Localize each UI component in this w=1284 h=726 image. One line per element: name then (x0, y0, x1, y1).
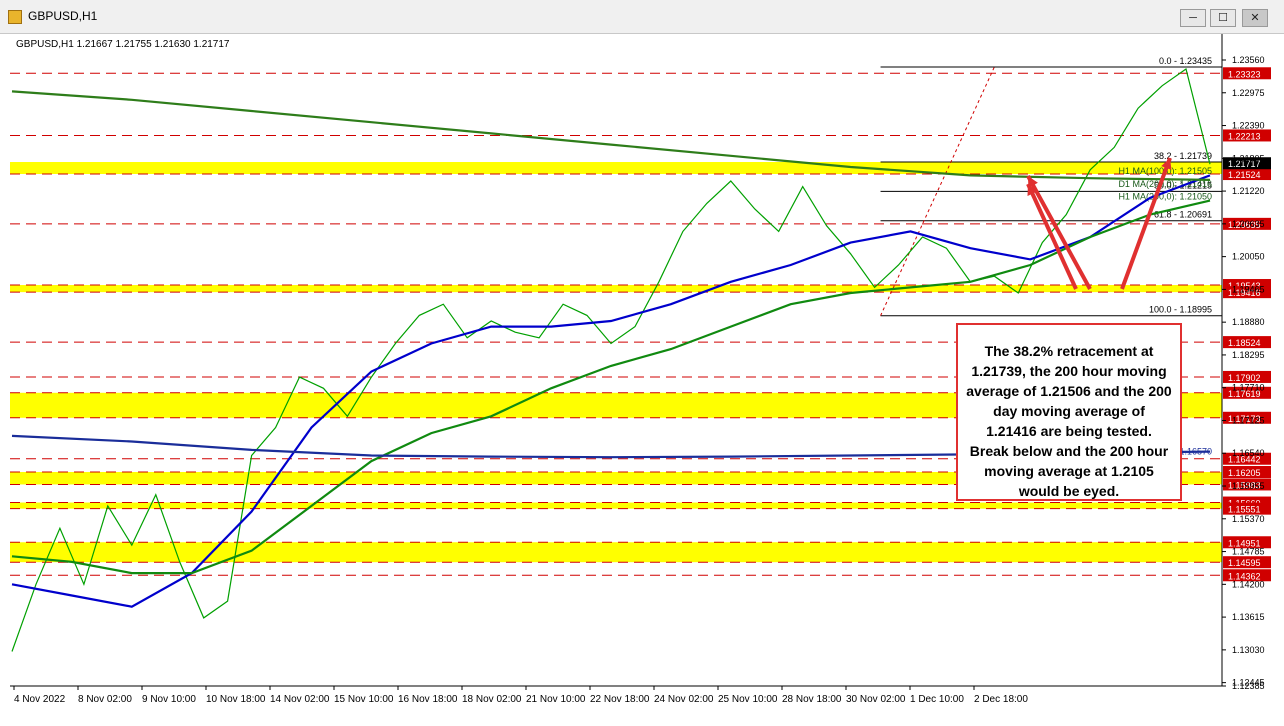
y-tick-label-10: 1.17710 (1232, 383, 1265, 393)
x-tick-label-2: 9 Nov 10:00 (142, 694, 196, 705)
analysis-callout: The 38.2% retracement at 1.21739, the 20… (956, 323, 1182, 501)
support-zone-4 (10, 502, 1222, 509)
y-tick-label-14: 1.15370 (1232, 514, 1265, 524)
y-tick-label-3: 1.21805 (1232, 153, 1265, 163)
x-tick-label-9: 22 Nov 18:00 (590, 694, 650, 705)
window-titlebar: GBPUSD,H1 ─ ☐ ✕ (0, 0, 1284, 34)
x-tick-label-15: 2 Dec 18:00 (974, 694, 1028, 705)
x-tick-label-4: 14 Nov 02:00 (270, 694, 330, 705)
x-tick-label-8: 21 Nov 10:00 (526, 694, 586, 705)
y-tick-label-9: 1.18295 (1232, 350, 1265, 360)
level-label-16: 1.14595 (1228, 558, 1261, 568)
fib-label-0: 0.0 - 1.23435 (1159, 56, 1212, 66)
level-label-0: 1.23323 (1228, 69, 1261, 79)
y-tick-label-6: 1.20050 (1232, 252, 1265, 262)
x-tick-label-5: 15 Nov 10:00 (334, 694, 394, 705)
x-tick-label-11: 25 Nov 10:00 (718, 694, 778, 705)
y-tick-label-8: 1.18880 (1232, 317, 1265, 327)
y-tick-label-17: 1.13615 (1232, 612, 1265, 622)
y-tick-label-7: 1.19465 (1232, 284, 1265, 294)
fib-label-1: 38.2 - 1.21739 (1154, 151, 1212, 161)
y-tick-label-16: 1.14200 (1232, 579, 1265, 589)
chart-app-icon (8, 10, 22, 24)
y-tick-label-13: 1.15955 (1232, 481, 1265, 491)
x-tick-label-7: 18 Nov 02:00 (462, 694, 522, 705)
minimize-button[interactable]: ─ (1180, 9, 1206, 27)
level-label-6: 1.18524 (1228, 338, 1261, 348)
y-tick-label-2: 1.22390 (1232, 121, 1265, 131)
level-label-2: 1.21524 (1228, 170, 1261, 180)
level-label-7: 1.17902 (1228, 373, 1261, 383)
y-tick-label-0: 1.23560 (1232, 55, 1265, 65)
y-tick-label-1: 1.22975 (1232, 88, 1265, 98)
support-zone-1 (10, 285, 1222, 293)
y-tick-label-20: 1.12385 (1232, 681, 1265, 691)
y-tick-label-11: 1.17125 (1232, 415, 1265, 425)
level-label-1: 1.22213 (1228, 131, 1261, 141)
x-tick-label-3: 10 Nov 18:00 (206, 694, 266, 705)
window-title: GBPUSD,H1 (28, 9, 98, 23)
support-zone-0 (10, 162, 1222, 174)
close-button[interactable]: ✕ (1242, 9, 1268, 27)
x-tick-label-1: 8 Nov 02:00 (78, 694, 132, 705)
y-tick-label-15: 1.14785 (1232, 547, 1265, 557)
x-tick-label-6: 16 Nov 18:00 (398, 694, 458, 705)
y-tick-label-18: 1.13030 (1232, 645, 1265, 655)
chart-area[interactable]: 1.23323 1.22213 1.21524 1.20635 1.19543 1.194… (0, 34, 1284, 721)
x-tick-label-0: 4 Nov 2022 (14, 694, 66, 705)
y-tick-label-12: 1.16540 (1232, 448, 1265, 458)
y-tick-label-4: 1.21220 (1232, 186, 1265, 196)
chart-header: GBPUSD,H1 1.21667 1.21755 1.21630 1.2171… (16, 39, 230, 50)
y-tick-label-5: 1.20635 (1232, 219, 1265, 229)
x-tick-label-10: 24 Nov 02:00 (654, 694, 714, 705)
support-zone-5 (10, 542, 1222, 563)
x-tick-label-13: 30 Nov 02:00 (846, 694, 906, 705)
x-tick-label-14: 1 Dec 10:00 (910, 694, 964, 705)
x-tick-label-12: 28 Nov 18:00 (782, 694, 842, 705)
fib-label-4: 100.0 - 1.18995 (1149, 305, 1212, 315)
level-label-11: 1.16205 (1228, 468, 1261, 478)
maximize-button[interactable]: ☐ (1210, 9, 1236, 27)
